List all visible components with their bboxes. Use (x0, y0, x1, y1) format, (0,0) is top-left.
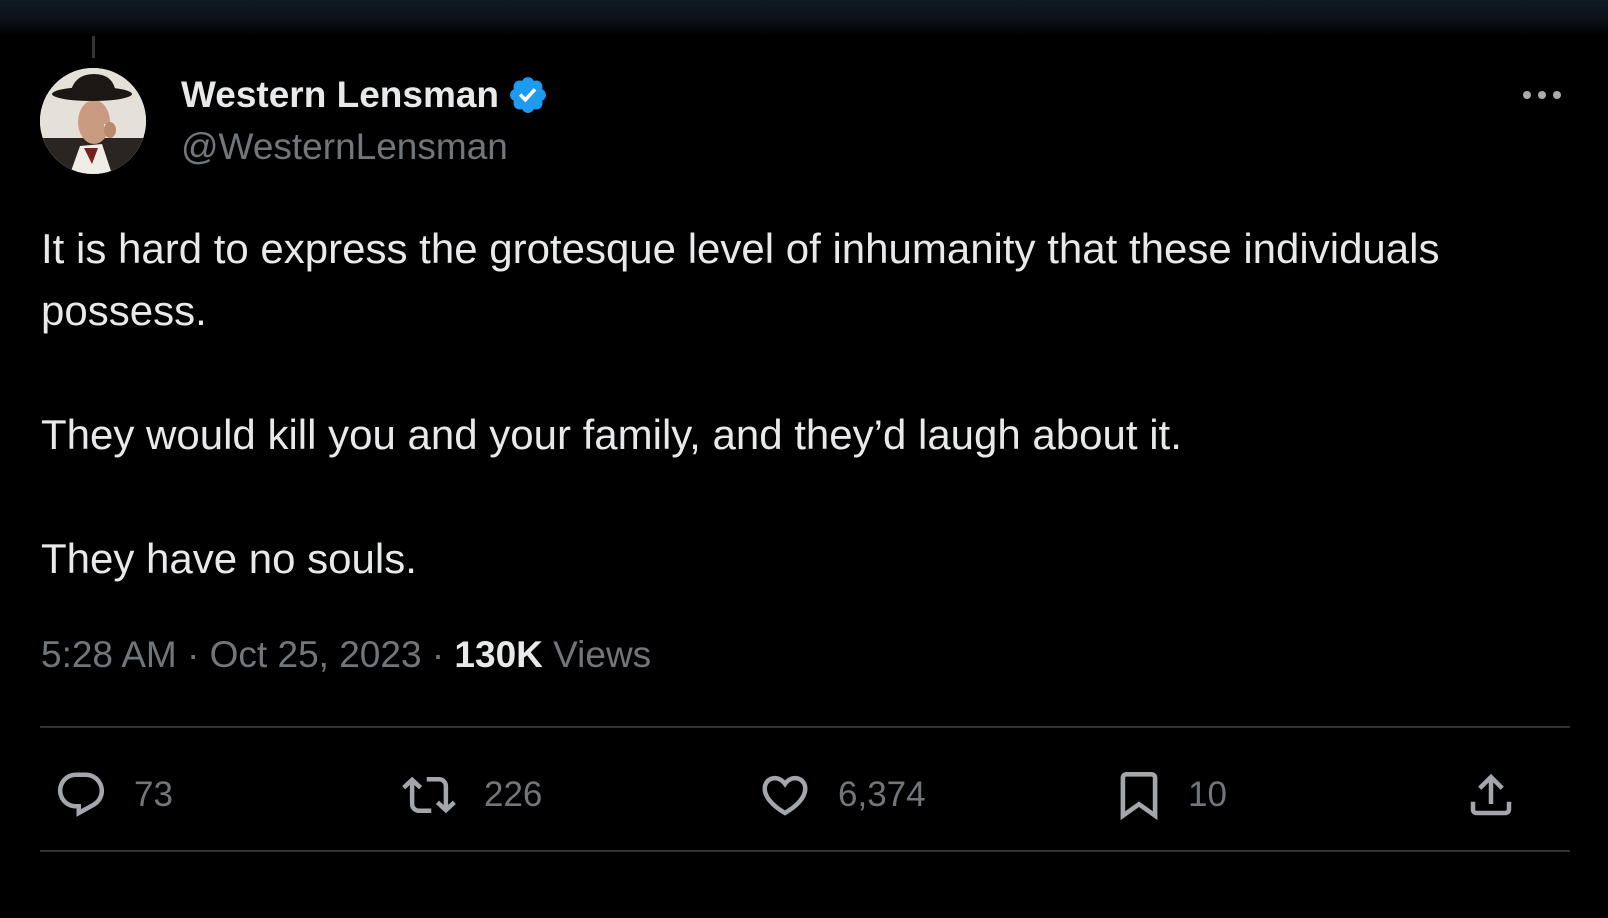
avatar[interactable] (40, 68, 146, 174)
bookmark-icon (1120, 772, 1158, 821)
tweet-paragraph: They would kill you and your family, and… (41, 411, 1182, 458)
thread-connector-line (92, 36, 95, 58)
repost-count: 226 (484, 775, 543, 814)
more-horizontal-icon (1523, 91, 1561, 99)
like-count: 6,374 (838, 775, 926, 814)
repost-icon (402, 776, 456, 814)
like-button[interactable]: 6,374 (758, 760, 926, 830)
reply-button[interactable]: 73 (54, 760, 173, 830)
avatar-image (40, 68, 146, 174)
author-handle[interactable]: @WesternLensman (181, 126, 508, 168)
tweet-text: It is hard to express the grotesque leve… (41, 218, 1531, 590)
meta-separator: · (187, 634, 200, 675)
meta-separator: · (431, 634, 445, 675)
action-bar: 73 226 6,374 10 (40, 760, 1570, 830)
divider (40, 726, 1570, 728)
share-button[interactable] (1464, 760, 1518, 830)
repost-button[interactable]: 226 (400, 760, 542, 830)
tweet-date[interactable]: Oct 25, 2023 (210, 634, 422, 675)
reply-icon (57, 772, 105, 817)
verified-badge-icon[interactable] (507, 74, 549, 116)
heart-icon (762, 775, 808, 816)
views-label: Views (553, 634, 652, 675)
top-bar (0, 0, 1608, 36)
views-count[interactable]: 130K (454, 634, 542, 675)
bookmark-count: 10 (1188, 775, 1227, 814)
tweet-time[interactable]: 5:28 AM (41, 634, 177, 675)
author-display-name[interactable]: Western Lensman (181, 74, 499, 116)
bookmark-button[interactable]: 10 (1116, 760, 1227, 830)
tweet-paragraph: It is hard to express the grotesque leve… (41, 225, 1440, 334)
divider (40, 850, 1570, 852)
tweet-paragraph: They have no souls. (41, 535, 417, 582)
share-icon (1470, 773, 1512, 816)
author-name-row[interactable]: Western Lensman (181, 74, 549, 116)
reply-count: 73 (134, 775, 173, 814)
tweet-meta: 5:28 AM · Oct 25, 2023 · 130K Views (41, 634, 651, 676)
more-options-button[interactable] (1520, 80, 1564, 110)
